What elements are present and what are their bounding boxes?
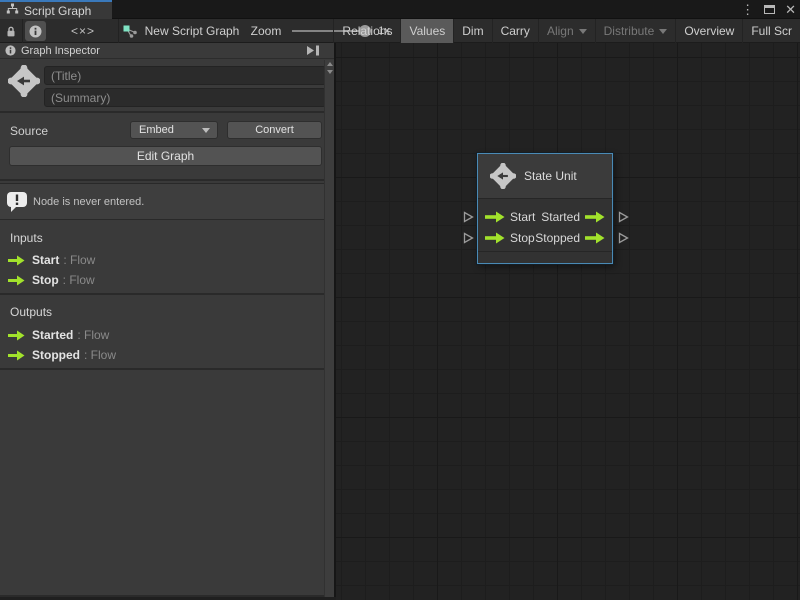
flow-arrow-icon bbox=[485, 211, 505, 223]
inspector-header: Graph Inspector bbox=[0, 43, 334, 59]
code-view-button[interactable]: <×> bbox=[49, 19, 117, 43]
flow-arrow-icon bbox=[8, 275, 25, 286]
toolbar-button-fullscreen[interactable]: Full Scr bbox=[742, 19, 800, 43]
state-unit-node[interactable]: State Unit Start Started bbox=[477, 153, 613, 264]
lock-icon bbox=[5, 25, 17, 38]
edit-graph-button[interactable]: Edit Graph bbox=[9, 146, 322, 166]
close-icon[interactable]: ✕ bbox=[785, 0, 796, 19]
node-port-row: Start Started bbox=[478, 206, 612, 227]
chevron-down-icon bbox=[659, 29, 667, 34]
flow-arrow-icon bbox=[8, 255, 25, 266]
warning-bubble-icon bbox=[5, 190, 29, 214]
graph-canvas[interactable]: State Unit Start Started bbox=[336, 43, 800, 600]
connect-hint-icon[interactable] bbox=[463, 232, 474, 244]
node-output-started[interactable]: Started bbox=[541, 210, 605, 224]
source-dropdown-value: Embed bbox=[139, 124, 174, 136]
info-toggle-button[interactable] bbox=[25, 21, 46, 41]
chevron-down-icon bbox=[202, 128, 210, 133]
toolbar-toggles: Relations Values Dim Carry Align Distrib… bbox=[333, 19, 800, 43]
node-output-stopped[interactable]: Stopped bbox=[535, 231, 605, 245]
inspector-scrollbar[interactable] bbox=[324, 60, 334, 597]
inspector-title: Graph Inspector bbox=[21, 45, 301, 57]
graph-summary-input[interactable] bbox=[44, 88, 326, 107]
graph-title-input[interactable] bbox=[44, 66, 326, 85]
state-unit-icon bbox=[490, 163, 516, 189]
flow-arrow-icon bbox=[585, 232, 605, 244]
scroll-up-icon[interactable] bbox=[325, 60, 335, 68]
input-port-start: Start : Flow bbox=[8, 250, 95, 270]
dock-panel-icon[interactable] bbox=[306, 45, 320, 56]
info-icon bbox=[5, 45, 16, 56]
node-input-stop[interactable]: Stop bbox=[485, 231, 535, 245]
warning-text: Node is never entered. bbox=[33, 196, 144, 208]
toolbar-button-relations[interactable]: Relations bbox=[333, 19, 400, 43]
state-graph-icon bbox=[8, 65, 40, 97]
editor-content: Graph Inspector Source Embed Convert bbox=[0, 43, 800, 600]
flow-arrow-icon bbox=[8, 330, 25, 341]
new-graph-label: New Script Graph bbox=[145, 24, 240, 38]
toolbar-button-overview[interactable]: Overview bbox=[675, 19, 742, 43]
info-icon bbox=[29, 25, 42, 38]
toolbar-button-values[interactable]: Values bbox=[400, 19, 453, 43]
graph-toolbar: <×> New Script Graph Zoom 1x Relations V… bbox=[0, 19, 800, 43]
toolbar-button-dim[interactable]: Dim bbox=[453, 19, 491, 43]
connect-hint-icon[interactable] bbox=[463, 211, 474, 223]
convert-button[interactable]: Convert bbox=[227, 121, 322, 139]
connect-hint-icon[interactable] bbox=[618, 211, 629, 223]
outputs-header: Outputs bbox=[10, 305, 52, 319]
scroll-down-icon[interactable] bbox=[325, 68, 335, 76]
flow-arrow-icon bbox=[585, 211, 605, 223]
toolbar-button-align[interactable]: Align bbox=[538, 19, 595, 43]
zoom-label: Zoom bbox=[248, 19, 284, 43]
flow-arrow-icon bbox=[8, 350, 25, 361]
toolbar-button-carry[interactable]: Carry bbox=[492, 19, 538, 43]
output-port-started: Started : Flow bbox=[8, 325, 109, 345]
tab-label: Script Graph bbox=[24, 4, 91, 18]
node-header[interactable]: State Unit bbox=[478, 154, 612, 199]
inputs-header: Inputs bbox=[10, 231, 43, 245]
output-port-stopped: Stopped : Flow bbox=[8, 345, 116, 365]
hierarchy-icon bbox=[6, 2, 19, 20]
code-icon: <×> bbox=[71, 24, 95, 38]
input-port-stop: Stop : Flow bbox=[8, 270, 95, 290]
toolbar-button-distribute[interactable]: Distribute bbox=[595, 19, 676, 43]
new-script-graph-button[interactable]: New Script Graph bbox=[122, 19, 240, 43]
graph-asset-icon bbox=[123, 25, 138, 38]
tab-script-graph[interactable]: Script Graph bbox=[0, 0, 112, 19]
connect-hint-icon[interactable] bbox=[618, 232, 629, 244]
maximize-icon[interactable] bbox=[764, 5, 775, 14]
warning-box: Node is never entered. bbox=[0, 183, 325, 220]
node-input-start[interactable]: Start bbox=[485, 210, 535, 224]
lock-button[interactable] bbox=[0, 19, 22, 43]
source-dropdown[interactable]: Embed bbox=[130, 121, 218, 139]
node-footer bbox=[478, 251, 612, 263]
source-label: Source bbox=[10, 124, 48, 138]
graph-inspector-panel: Graph Inspector Source Embed Convert bbox=[0, 43, 336, 597]
node-port-row: Stop Stopped bbox=[478, 227, 612, 248]
chevron-down-icon bbox=[579, 29, 587, 34]
node-title: State Unit bbox=[524, 169, 577, 183]
window-tab-bar: Script Graph ⋮ ✕ bbox=[0, 0, 800, 19]
flow-arrow-icon bbox=[485, 232, 505, 244]
more-menu-icon[interactable]: ⋮ bbox=[741, 0, 754, 19]
